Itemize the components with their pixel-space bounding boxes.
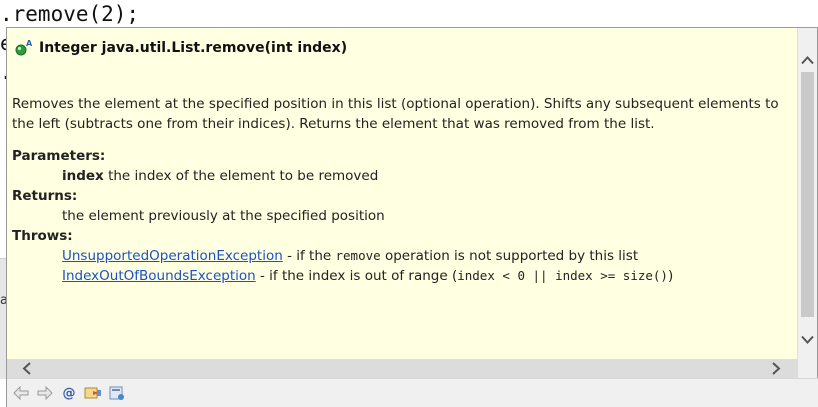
popup-title-row: A Integer java.util.List.remove(int inde… bbox=[15, 38, 347, 58]
method-signature: Integer java.util.List.remove(int index) bbox=[39, 40, 348, 56]
throws-heading: Throws: bbox=[12, 228, 73, 244]
javadoc-hover-popup[interactable]: A Integer java.util.List.remove(int inde… bbox=[6, 27, 818, 407]
open-attached-javadoc-icon[interactable] bbox=[107, 383, 127, 403]
parameter-entry: index the index of the element to be rem… bbox=[12, 166, 792, 186]
throws-text: ) bbox=[667, 268, 674, 284]
forward-icon[interactable] bbox=[35, 383, 55, 403]
method-description: Removes the element at the specified pos… bbox=[12, 96, 779, 132]
scrollbar-thumb[interactable] bbox=[801, 72, 814, 317]
parameter-description: the index of the element to be removed bbox=[108, 168, 379, 184]
throws-text: - if the bbox=[287, 248, 332, 264]
throws-entry: UnsupportedOperationException - if the r… bbox=[12, 246, 792, 266]
throws-text: - if the index is out of range ( bbox=[260, 268, 458, 284]
scroll-right-icon[interactable] bbox=[771, 362, 781, 375]
svg-text:A: A bbox=[26, 39, 33, 48]
returns-heading: Returns: bbox=[12, 188, 78, 204]
horizontal-scrollbar[interactable] bbox=[7, 359, 800, 378]
throws-text: operation is not supported by this list bbox=[384, 248, 639, 264]
scroll-up-icon[interactable] bbox=[801, 54, 814, 67]
open-declaration-icon[interactable] bbox=[83, 383, 103, 403]
parameter-name: index bbox=[62, 168, 104, 184]
throws-entry: IndexOutOfBoundsException - if the index… bbox=[12, 266, 792, 286]
exception-link[interactable]: IndexOutOfBoundsException bbox=[62, 268, 256, 284]
abstract-method-icon: A bbox=[15, 39, 33, 57]
vertical-scrollbar[interactable] bbox=[797, 28, 817, 359]
javadoc-content: Removes the element at the specified pos… bbox=[12, 94, 792, 286]
inline-code: index < 0 || index >= size() bbox=[457, 268, 668, 283]
exception-link[interactable]: UnsupportedOperationException bbox=[62, 248, 283, 264]
scroll-left-icon[interactable] bbox=[22, 362, 32, 375]
inline-code: remove bbox=[335, 248, 381, 263]
javadoc-toolbar: @ bbox=[7, 378, 818, 407]
scrollbar-corner bbox=[798, 359, 817, 378]
returns-description: the element previously at the specified … bbox=[62, 208, 385, 224]
scroll-down-icon[interactable] bbox=[801, 333, 814, 346]
at-icon[interactable]: @ bbox=[59, 383, 79, 403]
back-icon[interactable] bbox=[11, 383, 31, 403]
code-line: .remove(2); bbox=[0, 2, 140, 26]
parameters-heading: Parameters: bbox=[12, 148, 106, 164]
